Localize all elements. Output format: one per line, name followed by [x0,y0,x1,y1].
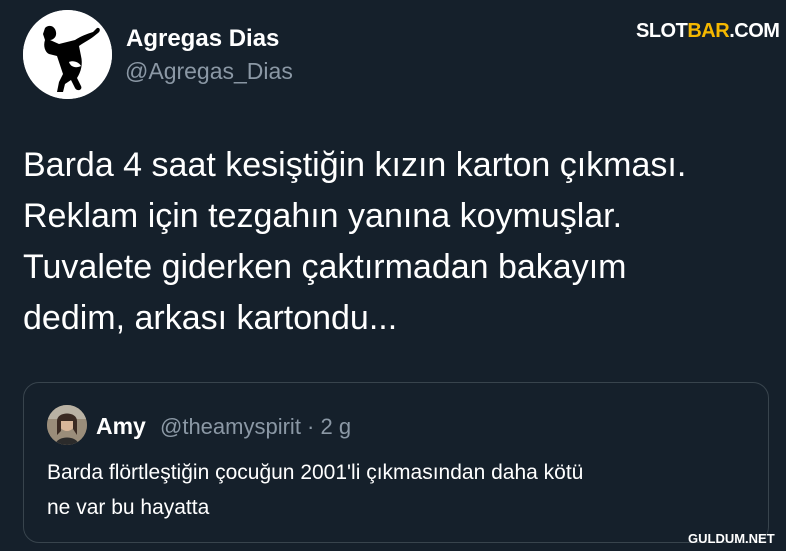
quoted-tweet-line: ne var bu hayatta [47,496,210,519]
tweet-line: dedim, arkası kartondu... [23,299,398,337]
dancing-silhouette-icon [23,10,112,99]
tweet-line: Tuvalete giderken çaktırmadan bakayım [23,248,627,286]
author-avatar[interactable] [23,10,112,99]
quoted-author-name[interactable]: Amy [96,413,146,440]
author-handle[interactable]: @Agregas_Dias [125,58,293,85]
tweet-line: Reklam için tezgahın yanına koymuşlar. [23,197,623,235]
quoted-author-avatar[interactable] [47,405,87,445]
quoted-tweet-line: Barda flörtleştiğin çocuğun 2001'li çıkm… [47,461,584,484]
quoted-author-handle-and-time[interactable]: @theamyspirit · 2 g [160,414,351,440]
quoted-tweet-text: Barda flörtleştiğin çocuğun 2001'li çıkm… [47,455,747,525]
watermark-part-com: .COM [729,20,780,42]
slotbar-watermark: SLOTBAR.COM [636,20,780,43]
quoted-tweet-card[interactable]: Amy @theamyspirit · 2 g Barda flörtleşti… [23,382,769,543]
tweet-text: Barda 4 saat kesiştiğin kızın karton çık… [23,140,778,344]
tweet-line: Barda 4 saat kesiştiğin kızın karton çık… [23,146,687,184]
guldum-watermark: GULDUM.NET [688,531,775,546]
person-photo-icon [47,405,87,445]
watermark-part-bar: BAR [687,20,730,42]
watermark-part-slot: SLOT [636,20,688,42]
author-display-name[interactable]: Agregas Dias [126,25,279,53]
